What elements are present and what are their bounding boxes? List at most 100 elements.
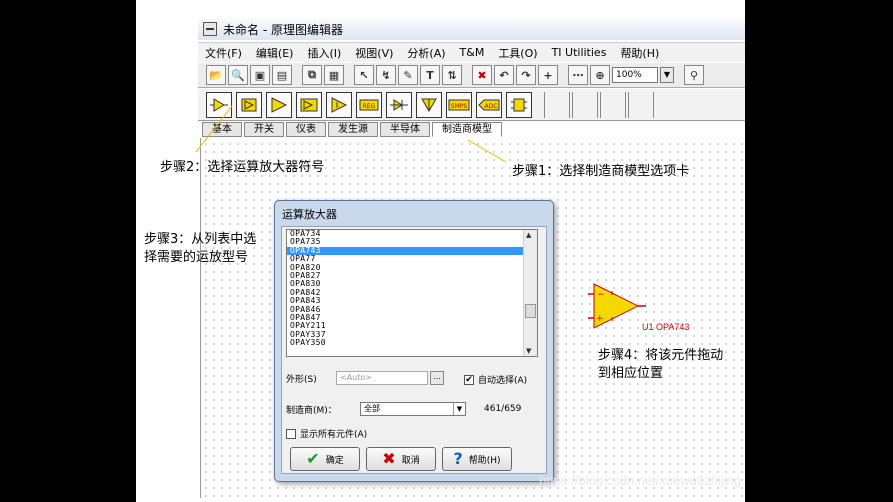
list-item[interactable]: OPA77: [287, 254, 537, 263]
manufacturer-select[interactable]: 全部 ▼: [360, 402, 466, 416]
list-item[interactable]: OPA734: [287, 230, 537, 238]
ok-label: 确定: [325, 455, 344, 466]
svg-text:REG: REG: [363, 103, 376, 110]
window-title: 未命名 - 原理图编辑器: [223, 22, 343, 37]
svg-text:ADC: ADC: [485, 103, 498, 110]
list-item[interactable]: OPA743: [287, 246, 537, 256]
menu-file[interactable]: 文件(F): [198, 45, 249, 61]
tab-sources[interactable]: 发生源: [328, 122, 378, 137]
scroll-up-icon[interactable]: ▲: [526, 231, 531, 239]
chip-icon[interactable]: [506, 91, 532, 118]
copy-icon[interactable]: ⧉: [302, 65, 322, 85]
tab-basic[interactable]: 基本: [202, 122, 242, 137]
menu-tools[interactable]: 工具(O): [491, 45, 544, 61]
main-toolbar: 📂 🔍 ▣ ▤ ⧉ ▦ ↖ ↯ ✎ T ⇅ ✖ ↶ ↷ + ⋯ ⊕ 100% ▼…: [198, 62, 745, 88]
opamp-icon[interactable]: [266, 91, 292, 118]
help-icon: ?: [453, 449, 463, 468]
comparator-icon[interactable]: [296, 91, 322, 118]
ok-button[interactable]: ✔ 确定: [290, 447, 360, 471]
help-button[interactable]: ? 帮助(H): [442, 447, 512, 471]
pen-icon[interactable]: ✎: [398, 65, 418, 85]
zoom-select[interactable]: 100%: [612, 67, 658, 83]
junction-icon[interactable]: +: [538, 65, 558, 85]
show-all-checkbox[interactable]: [286, 428, 296, 439]
menu-analysis[interactable]: 分析(A): [400, 45, 452, 61]
menu-bar: 文件(F) 编辑(E) 插入(I) 视图(V) 分析(A) T&M 工具(O) …: [198, 42, 745, 62]
pointer-icon[interactable]: ↖: [354, 65, 374, 85]
check-icon: ✔: [306, 449, 320, 468]
shape-field[interactable]: <Auto>: [336, 371, 428, 385]
regulator-icon[interactable]: REG: [356, 91, 382, 118]
tab-semiconductors[interactable]: 半导体: [380, 122, 430, 137]
model-list[interactable]: OPA734 OPA735 OPA743 OPA77 OPA820 OPA827 OPA83…: [286, 229, 538, 357]
list-item[interactable]: OPA827: [287, 271, 537, 280]
step3-note-line2: 择需要的运放型号: [144, 250, 249, 265]
tab-manufacturer-models[interactable]: 制造商模型: [432, 122, 502, 137]
tab-switches[interactable]: 开关: [244, 122, 284, 137]
menu-insert[interactable]: 插入(I): [300, 45, 348, 61]
auto-select-row: ✔ 自动选择(A): [464, 373, 527, 386]
browse-button[interactable]: …: [430, 371, 444, 385]
svg-text:−: −: [597, 290, 605, 300]
cancel-label: 取消: [401, 455, 420, 466]
component-tabs: 基本 开关 仪表 发生源 半导体 制造商模型: [202, 122, 502, 138]
save-icon[interactable]: ▣: [250, 65, 270, 85]
diode-icon[interactable]: [386, 91, 412, 118]
paste-icon[interactable]: ▦: [324, 65, 344, 85]
bus-icon[interactable]: ⇅: [442, 65, 462, 85]
buffer-icon[interactable]: [206, 91, 232, 118]
tab-meters[interactable]: 仪表: [286, 122, 326, 137]
auto-select-checkbox[interactable]: ✔: [464, 374, 474, 385]
menu-view[interactable]: 视图(V): [348, 45, 400, 61]
scroll-down-icon[interactable]: ▼: [526, 347, 531, 355]
probe-icon[interactable]: ⚲: [684, 65, 704, 85]
show-all-label: 显示所有元件(A): [300, 430, 368, 440]
adc-icon[interactable]: ADC: [476, 91, 502, 118]
rotate-right-icon[interactable]: ↷: [516, 65, 536, 85]
menu-ti-utilities[interactable]: TI Utilities: [545, 46, 614, 59]
opamp-component-icon[interactable]: − +: [586, 282, 650, 330]
reference-icon[interactable]: [416, 91, 442, 118]
open-file-icon[interactable]: ▤: [272, 65, 292, 85]
fda-icon[interactable]: [326, 91, 352, 118]
list-item[interactable]: OPA842: [287, 288, 537, 297]
step3-note-line1: 步骤3：从列表中选: [144, 232, 257, 247]
instrumentation-amp-icon[interactable]: [236, 91, 262, 118]
wire-icon[interactable]: ↯: [376, 65, 396, 85]
opamp-dialog: 运算放大器 OPA734 OPA735 OPA743 OPA77 OPA820 OPA82…: [274, 200, 554, 482]
menu-tm[interactable]: T&M: [453, 46, 492, 59]
list-item[interactable]: OPA830: [287, 279, 537, 288]
step4-note-line1: 步骤4：将该元件拖动: [598, 348, 724, 363]
rotate-left-icon[interactable]: ↶: [494, 65, 514, 85]
component-toolbar: REG SMPS ADC: [198, 89, 745, 121]
smps-icon[interactable]: SMPS: [446, 91, 472, 118]
list-item[interactable]: OPA843: [287, 296, 537, 305]
open-folder-icon[interactable]: 📂: [206, 65, 226, 85]
slide: 未命名 - 原理图编辑器 文件(F) 编辑(E) 插入(I) 视图(V) 分析(…: [136, 0, 745, 502]
empty-slot: [544, 91, 570, 118]
search-web-icon[interactable]: 🔍: [228, 65, 248, 85]
list-item[interactable]: OPA735: [287, 237, 537, 246]
list-item[interactable]: OPAY350: [287, 338, 537, 347]
menu-edit[interactable]: 编辑(E): [249, 45, 301, 61]
title-bar: 未命名 - 原理图编辑器: [198, 18, 745, 40]
zoom-icon[interactable]: ⊕: [590, 65, 610, 85]
text-icon[interactable]: T: [420, 65, 440, 85]
delete-icon[interactable]: ✖: [472, 65, 492, 85]
step1-note: 步骤1：选择制造商模型选项卡: [512, 164, 690, 179]
scroll-thumb[interactable]: [525, 304, 536, 318]
menu-help[interactable]: 帮助(H): [613, 45, 666, 61]
list-scrollbar[interactable]: ▲ ▼: [523, 230, 537, 356]
canvas-border: [200, 138, 201, 498]
list-item[interactable]: OPA846: [287, 305, 537, 314]
grid-icon[interactable]: ⋯: [568, 65, 588, 85]
list-item[interactable]: OPA820: [287, 263, 537, 272]
model-list-items: OPA734 OPA735 OPA743 OPA77 OPA820 OPA827 OPA83…: [287, 230, 537, 347]
manufacturer-label: 制造商(M)：: [286, 405, 337, 416]
chevron-down-icon: ▼: [453, 403, 465, 415]
chevron-down-icon[interactable]: ▼: [660, 67, 674, 83]
dialog-title: 运算放大器: [282, 208, 337, 221]
model-count: 461/659: [484, 404, 522, 414]
help-label: 帮助(H): [468, 455, 501, 466]
cancel-button[interactable]: ✖ 取消: [366, 447, 436, 471]
